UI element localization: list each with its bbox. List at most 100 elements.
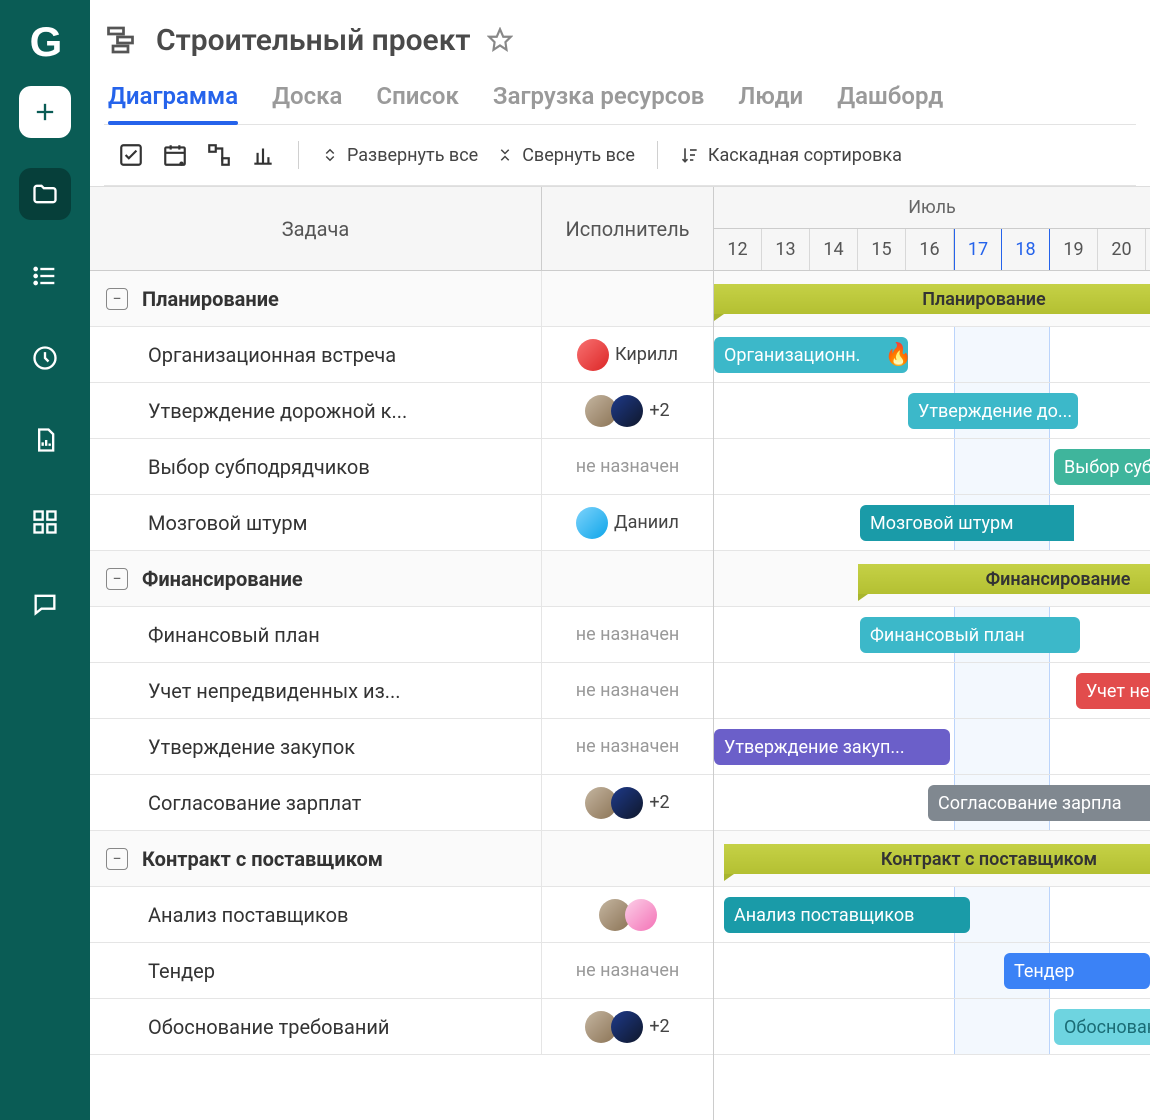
task-bar[interactable]: Мозговой штурм xyxy=(860,505,1074,541)
task-row[interactable]: Согласование зарплат +2 xyxy=(90,775,713,831)
task-bar[interactable]: Выбор субпод xyxy=(1054,449,1150,485)
toolbar: Развернуть все Свернуть все Каскадная со… xyxy=(104,125,1136,186)
task-row[interactable]: Мозговой штурмДаниил xyxy=(90,495,713,551)
assignee-cell[interactable]: Даниил xyxy=(542,495,713,550)
task-bar[interactable]: Тендер xyxy=(1004,953,1150,989)
nav-recent[interactable] xyxy=(19,332,71,384)
collapse-toggle[interactable]: − xyxy=(106,568,128,590)
task-bar[interactable]: Согласование зарпла🔥 xyxy=(928,785,1150,821)
avatar-group[interactable] xyxy=(585,787,643,819)
group-name: Финансирование xyxy=(142,567,303,591)
group-name: Планирование xyxy=(142,287,279,311)
task-row[interactable]: Утверждение дорожной к...+2 xyxy=(90,383,713,439)
task-name: Организационная встреча xyxy=(148,343,396,367)
assignee-cell[interactable]: +2 xyxy=(542,775,713,830)
app-logo: G xyxy=(30,18,61,66)
day-15[interactable]: 15 xyxy=(858,229,906,271)
task-row[interactable]: Финансовый планне назначен xyxy=(90,607,713,663)
nav-projects[interactable] xyxy=(19,168,71,220)
plus-count: +2 xyxy=(649,792,669,813)
unassigned-label: не назначен xyxy=(576,680,680,701)
avatar-group[interactable] xyxy=(585,395,643,427)
gantt-icon xyxy=(104,22,140,58)
assignee-cell[interactable]: не назначен xyxy=(542,663,713,718)
day-18[interactable]: 18 xyxy=(1002,229,1050,271)
task-row[interactable]: Утверждение закупокне назначен xyxy=(90,719,713,775)
tab-0[interactable]: Диаграмма xyxy=(108,82,238,124)
group-bar[interactable]: Планирование xyxy=(714,284,1150,314)
group-row[interactable]: −Планирование xyxy=(90,271,713,327)
tab-4[interactable]: Люди xyxy=(738,82,803,124)
task-row[interactable]: Тендерне назначен xyxy=(90,943,713,999)
task-bar[interactable]: Учет непре xyxy=(1076,673,1150,709)
collapse-all-button[interactable]: Свернуть все xyxy=(496,145,635,166)
collapse-toggle[interactable]: − xyxy=(106,288,128,310)
star-icon[interactable] xyxy=(487,27,513,53)
assignee-cell[interactable]: Кирилл xyxy=(542,327,713,382)
flame-icon: 🔥 xyxy=(885,343,908,368)
task-bar[interactable]: Утверждение до... xyxy=(908,393,1078,429)
gantt-task-row: Анализ поставщиков xyxy=(714,887,1150,943)
day-14[interactable]: 14 xyxy=(810,229,858,271)
gantt-group-row: Финансирование xyxy=(714,551,1150,607)
tab-1[interactable]: Доска xyxy=(272,82,342,124)
nav-list[interactable] xyxy=(19,250,71,302)
task-bar[interactable]: Обоснование xyxy=(1054,1009,1150,1045)
tab-5[interactable]: Дашборд xyxy=(837,82,943,124)
day-17[interactable]: 17 xyxy=(954,229,1002,271)
list-icon xyxy=(31,262,59,290)
day-16[interactable]: 16 xyxy=(906,229,954,271)
task-row[interactable]: Обоснование требований +2 xyxy=(90,999,713,1055)
day-19[interactable]: 19 xyxy=(1050,229,1098,271)
task-name: Согласование зарплат xyxy=(148,791,361,815)
assignee-cell[interactable]: +2 xyxy=(542,383,713,438)
group-row[interactable]: −Контракт с поставщиком xyxy=(90,831,713,887)
calendar-tool-icon[interactable] xyxy=(162,142,188,168)
hierarchy-tool-icon[interactable] xyxy=(206,142,232,168)
task-row[interactable]: Выбор субподрядчиковне назначен xyxy=(90,439,713,495)
assignee-cell[interactable]: не назначен xyxy=(542,439,713,494)
avatar[interactable] xyxy=(576,507,608,539)
task-row[interactable]: Учет непредвиденных из...не назначен xyxy=(90,663,713,719)
task-bar[interactable]: Финансовый план xyxy=(860,617,1080,653)
expand-icon xyxy=(321,146,339,164)
cascade-sort-button[interactable]: Каскадная сортировка xyxy=(680,145,902,166)
add-button[interactable] xyxy=(19,86,71,138)
assignee-cell[interactable] xyxy=(542,887,713,942)
column-header-assignee[interactable]: Исполнитель xyxy=(542,187,713,270)
nav-chat[interactable] xyxy=(19,578,71,630)
avatar-group[interactable] xyxy=(585,1011,643,1043)
task-bar[interactable]: Анализ поставщиков xyxy=(724,897,970,933)
nav-reports[interactable] xyxy=(19,414,71,466)
baseline-tool-icon[interactable] xyxy=(250,142,276,168)
assignee-cell[interactable]: не назначен xyxy=(542,719,713,774)
tab-3[interactable]: Загрузка ресурсов xyxy=(493,82,705,124)
assignee-cell[interactable]: +2 xyxy=(542,999,713,1054)
checkbox-tool-icon[interactable] xyxy=(118,142,144,168)
day-13[interactable]: 13 xyxy=(762,229,810,271)
plus-count: +2 xyxy=(649,1016,669,1037)
task-row[interactable]: Организационная встреча Кирилл xyxy=(90,327,713,383)
expand-all-button[interactable]: Развернуть все xyxy=(321,145,478,166)
expand-all-label: Развернуть все xyxy=(347,145,478,166)
assignee-cell[interactable]: не назначен xyxy=(542,943,713,998)
group-bar[interactable]: Контракт с поставщиком xyxy=(724,844,1150,874)
day-21[interactable]: 21 xyxy=(1146,229,1150,271)
day-12[interactable]: 12 xyxy=(714,229,762,271)
timeline-month: Июль xyxy=(714,187,1150,229)
assignee-cell[interactable]: не назначен xyxy=(542,607,713,662)
avatar-group[interactable] xyxy=(599,899,657,931)
group-name: Контракт с поставщиком xyxy=(142,847,383,871)
task-bar[interactable]: Организационн.🔥 xyxy=(714,337,908,373)
task-name: Обоснование требований xyxy=(148,1015,389,1039)
collapse-toggle[interactable]: − xyxy=(106,848,128,870)
task-row[interactable]: Анализ поставщиков xyxy=(90,887,713,943)
group-row[interactable]: −Финансирование xyxy=(90,551,713,607)
tab-2[interactable]: Список xyxy=(376,82,458,124)
nav-apps[interactable] xyxy=(19,496,71,548)
task-bar[interactable]: Утверждение закуп... xyxy=(714,729,950,765)
avatar[interactable] xyxy=(577,339,609,371)
column-header-task[interactable]: Задача xyxy=(90,187,542,270)
day-20[interactable]: 20 xyxy=(1098,229,1146,271)
group-bar[interactable]: Финансирование xyxy=(858,564,1150,594)
